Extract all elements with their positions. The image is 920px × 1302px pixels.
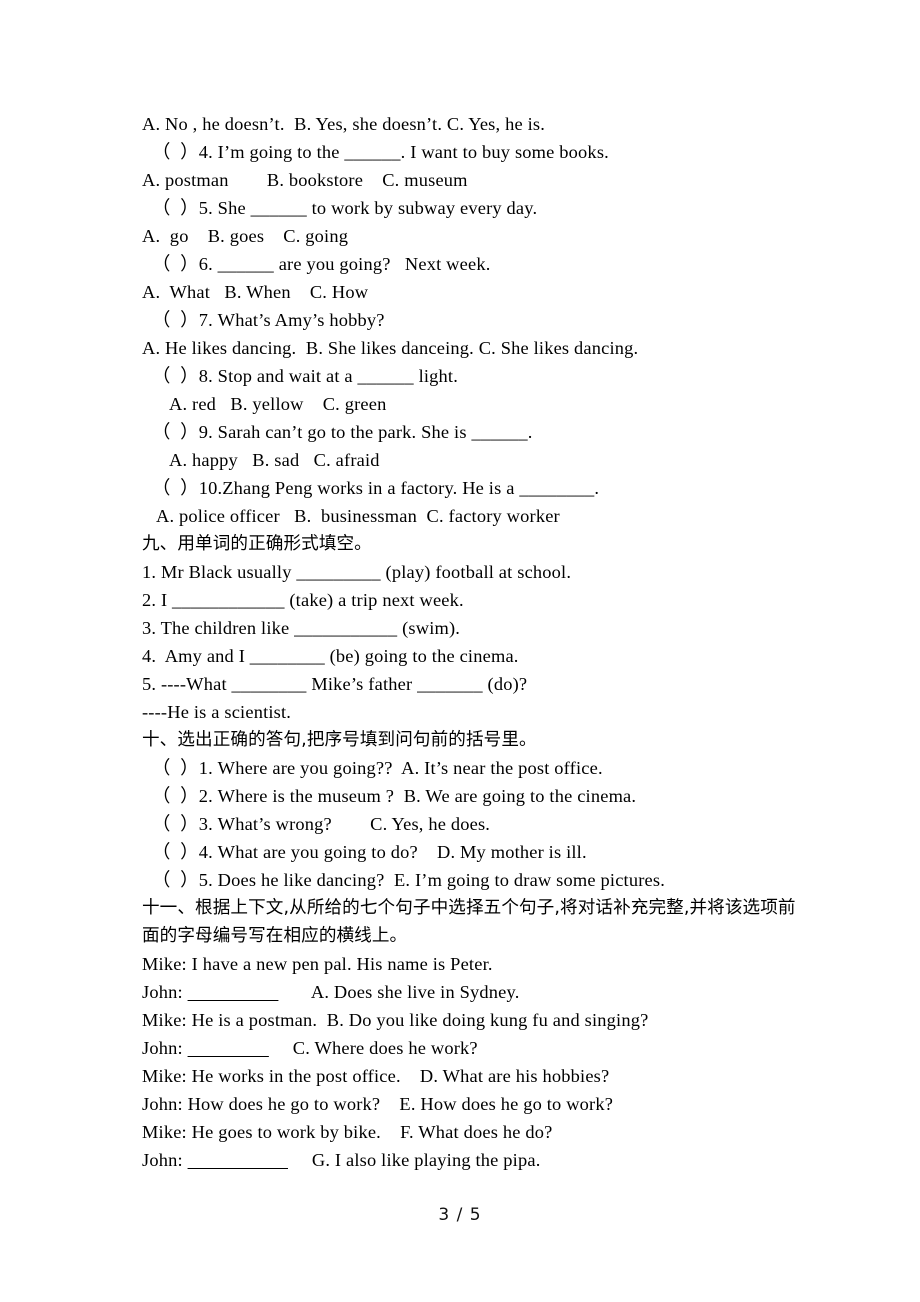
mc-item-7-stem: （ ）7. What’s Amy’s hobby? [152, 310, 385, 330]
dialogue-line: Mike: He works in the post office. D. Wh… [142, 1062, 842, 1090]
dialogue-speaker: Mike: [142, 1066, 192, 1086]
dialogue-text: I have a new pen pal. His name is Peter. [191, 954, 493, 974]
worksheet-page: A. No , he doesn’t. B. Yes, she doesn’t.… [0, 0, 920, 1302]
dialogue-speaker: Mike: [142, 1122, 192, 1142]
mc-item-6-options: A. What B. When C. How [142, 282, 369, 302]
mc-q3-options: A. No , he doesn’t. B. Yes, she doesn’t.… [142, 114, 546, 134]
choice-option-text: F. What does he do? [400, 1122, 553, 1142]
mc-item-8-stem: （ ）8. Stop and wait at a ______ light. [152, 366, 458, 386]
answer-blank[interactable] [188, 1038, 269, 1058]
section-nine-item-5: 5. ----What ________ Mike’s father _____… [142, 674, 528, 694]
dialogue-text: He works in the post office. [191, 1066, 401, 1086]
dialogue-text: He is a postman. [191, 1010, 318, 1030]
mc-item-9-options: A. happy B. sad C. afraid [169, 450, 380, 470]
dialogue-line: John: A. Does she live in Sydney. [142, 978, 842, 1006]
dialogue-speaker: John: [142, 982, 188, 1002]
choice-option-text: B. Do you like doing kung fu and singing… [326, 1010, 649, 1030]
mc-item-8-options: A. red B. yellow C. green [169, 394, 387, 414]
section-ten-heading: 十、选出正确的答句,把序号填到问句前的括号里。 [142, 730, 537, 750]
answer-blank[interactable] [188, 982, 279, 1002]
section-nine-item-2: 2. I ____________ (take) a trip next wee… [142, 590, 464, 610]
section-nine-item-1: 1. Mr Black usually _________ (play) foo… [142, 562, 572, 582]
mc-item-5-stem: （ ）5. She ______ to work by subway every… [152, 198, 538, 218]
section-nine-item-4: 4. Amy and I ________ (be) going to the … [142, 646, 519, 666]
dialogue-text: He goes to work by bike. [191, 1122, 381, 1142]
choice-option-text: C. Where does he work? [292, 1038, 478, 1058]
mc-item-7-options: A. He likes dancing. B. She likes dancei… [142, 338, 639, 358]
dialogue-line: John: C. Where does he work? [142, 1034, 842, 1062]
dialogue-speaker: John: [142, 1038, 188, 1058]
mc-item-4-stem: （ ）4. I’m going to the ______. I want to… [152, 142, 609, 162]
dialogue-speaker: John: [142, 1094, 188, 1114]
dialogue-line: John: How does he go to work? E. How doe… [142, 1090, 842, 1118]
dialogue-speaker: John: [142, 1150, 188, 1170]
choice-option [278, 982, 310, 1002]
worksheet-body: A. No , he doesn’t. B. Yes, she doesn’t.… [142, 110, 842, 1174]
dialogue-line: Mike: He goes to work by bike. F. What d… [142, 1118, 842, 1146]
section-nine-heading: 九、用单词的正确形式填空。 [142, 534, 372, 554]
section-ten-item-2: （ ）2. Where is the museum ? B. We are go… [152, 786, 637, 806]
dialogue-line: Mike: He is a postman. B. Do you like do… [142, 1006, 842, 1034]
mc-item-4-options: A. postman B. bookstore C. museum [142, 170, 468, 190]
section-nine-item-3: 3. The children like ___________ (swim). [142, 618, 461, 638]
answer-blank[interactable] [188, 1150, 288, 1170]
mc-item-6-stem: （ ）6. ______ are you going? Next week. [152, 254, 491, 274]
dialogue-speaker: Mike: [142, 954, 192, 974]
choice-option-text: E. How does he go to work? [399, 1094, 614, 1114]
mc-item-10-stem: （ ）10.Zhang Peng works in a factory. He … [152, 478, 600, 498]
choice-option-text: A. Does she live in Sydney. [310, 982, 520, 1002]
section-eleven-dialogue: Mike: I have a new pen pal. His name is … [142, 950, 842, 1174]
mc-item-5-options: A. go B. goes C. going [142, 226, 349, 246]
section-ten-item-1: （ ）1. Where are you going?? A. It’s near… [152, 758, 603, 778]
mc-item-9-stem: （ ）9. Sarah can’t go to the park. She is… [152, 422, 533, 442]
dialogue-text: How does he go to work? [187, 1094, 381, 1114]
choice-option-text: G. I also like playing the pipa. [311, 1150, 541, 1170]
choice-option-text: D. What are his hobbies? [419, 1066, 610, 1086]
mc-item-10-options: A. police officer B. businessman C. fact… [156, 506, 560, 526]
section-eleven-heading: 十一、根据上下文,从所给的七个句子中选择五个句子,将对话补充完整,并将该选项前面… [142, 898, 796, 946]
dialogue-line: John: G. I also like playing the pipa. [142, 1146, 842, 1174]
section-ten-item-5: （ ）5. Does he like dancing? E. I’m going… [152, 870, 665, 890]
section-ten-item-4: （ ）4. What are you going to do? D. My mo… [152, 842, 587, 862]
page-footer: 3 / 5 [438, 1205, 482, 1225]
dialogue-line: Mike: I have a new pen pal. His name is … [142, 950, 842, 978]
section-ten-item-3: （ ）3. What’s wrong? C. Yes, he does. [152, 814, 491, 834]
dialogue-speaker: Mike: [142, 1010, 192, 1030]
section-nine-item-5-answer: ----He is a scientist. [142, 702, 292, 722]
